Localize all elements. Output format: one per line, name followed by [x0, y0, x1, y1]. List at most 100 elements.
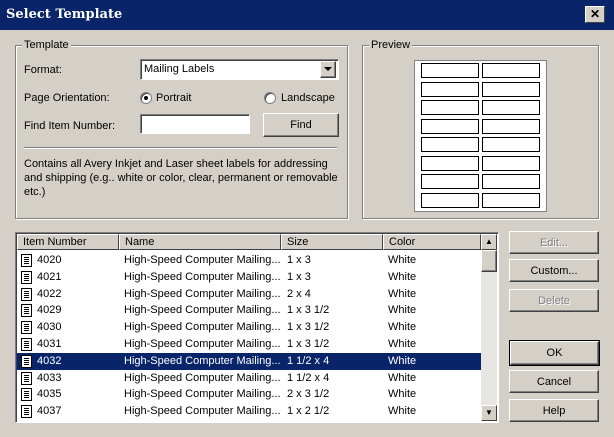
item-number-cell: 4029: [37, 304, 62, 317]
find-button-label: Find: [290, 119, 312, 131]
radio-selected-dot: [144, 96, 148, 100]
name-cell: High-Speed Computer Mailing...: [124, 338, 281, 350]
preview-label: [421, 81, 479, 97]
find-item-number-label: Find Item Number:: [24, 120, 116, 132]
name-cell: High-Speed Computer Mailing...: [124, 371, 281, 384]
color-cell: White: [388, 354, 417, 367]
close-button[interactable]: ✕: [585, 6, 605, 23]
preview-label: [482, 155, 540, 171]
column-header-name[interactable]: Name: [119, 234, 281, 250]
divider: [24, 147, 337, 149]
template-list[interactable]: Item Number Name Size Color 4020 High-Spe…: [15, 232, 499, 423]
template-document-icon: [21, 371, 32, 385]
preview-label: [482, 63, 540, 78]
preview-label: [482, 81, 540, 97]
delete-button-label: Delete: [538, 294, 570, 307]
scroll-up-button[interactable]: ▲: [481, 234, 497, 250]
close-icon: ✕: [589, 7, 601, 21]
item-number-cell: 4033: [37, 371, 62, 384]
name-cell: High-Speed Computer Mailing...: [124, 405, 281, 418]
landscape-label[interactable]: Landscape: [281, 92, 335, 104]
item-number-cell: 4030: [37, 321, 62, 334]
size-cell: 1 x 2 1/2: [287, 405, 330, 418]
list-body: Item Number Name Size Color 4020 High-Spe…: [17, 234, 481, 421]
chevron-down-icon: [324, 67, 332, 71]
portrait-label[interactable]: Portrait: [156, 92, 191, 104]
size-cell: 1 x 3 1/2: [287, 321, 330, 334]
template-document-icon: [21, 304, 32, 318]
table-row[interactable]: 4033 High-Speed Computer Mailing... 1 1/2 …: [17, 370, 481, 387]
column-header-item-number[interactable]: Item Number: [17, 234, 119, 250]
size-cell: 2 x 3 1/2: [287, 388, 330, 401]
cancel-button[interactable]: Cancel: [509, 370, 599, 393]
page-orientation-label: Page Orientation:: [24, 92, 110, 104]
custom-button-label: Custom...: [530, 264, 578, 277]
table-row[interactable]: 4029 High-Speed Computer Mailing... 1 x 3 …: [17, 302, 481, 319]
template-document-icon: [21, 254, 32, 267]
template-description: Contains all Avery Inkjet and Laser shee…: [24, 158, 338, 198]
format-label: Format:: [24, 64, 62, 76]
color-cell: White: [388, 321, 417, 334]
format-dropdown[interactable]: Mailing Labels: [140, 59, 339, 80]
name-cell: High-Speed Computer Mailing...: [124, 270, 281, 283]
template-document-icon: [21, 270, 32, 284]
format-dropdown-button[interactable]: [320, 61, 336, 78]
arrow-down-icon: ▼: [485, 408, 493, 417]
table-row[interactable]: 4020 High-Speed Computer Mailing... 1 x 3 W…: [17, 252, 481, 269]
preview-label: [421, 155, 479, 171]
template-document-icon: [21, 338, 32, 351]
title-bar: Select Template ✕: [0, 0, 614, 30]
table-row[interactable]: 4022 High-Speed Computer Mailing... 2 x 4 W…: [17, 286, 481, 303]
column-header-color[interactable]: Color: [383, 234, 481, 250]
preview-label: [482, 174, 540, 189]
template-document-icon: [21, 405, 32, 419]
table-row[interactable]: 4031 High-Speed Computer Mailing... 1 x 3 …: [17, 336, 481, 353]
item-number-cell: 4022: [37, 287, 62, 300]
size-cell: 2 x 4: [287, 287, 311, 300]
landscape-radio[interactable]: [264, 92, 276, 104]
custom-button[interactable]: Custom...: [509, 259, 599, 282]
name-cell: High-Speed Computer Mailing...: [124, 388, 281, 401]
name-cell: High-Speed Computer Mailing...: [124, 287, 281, 300]
template-group-label: Template: [22, 39, 71, 51]
name-cell: High-Speed Computer Mailing...: [124, 354, 281, 367]
vertical-scrollbar[interactable]: ▲ ▼: [481, 234, 497, 421]
size-cell: 1 1/2 x 4: [287, 371, 330, 384]
scroll-down-button[interactable]: ▼: [481, 405, 497, 421]
template-document-icon: [21, 354, 32, 368]
preview-label: [482, 100, 540, 115]
template-document-icon: [21, 321, 32, 335]
preview-label: [421, 118, 479, 134]
table-row[interactable]: 4035 High-Speed Computer Mailing... 2 x 3 …: [17, 386, 481, 403]
table-row[interactable]: 4032 High-Speed Computer Mailing... 1 1/2 …: [17, 352, 481, 370]
edit-button-label: Edit...: [539, 236, 569, 249]
cancel-button-label: Cancel: [536, 375, 572, 388]
table-row[interactable]: 4030 High-Speed Computer Mailing... 1 x 3 …: [17, 319, 481, 336]
table-row[interactable]: 4021 High-Speed Computer Mailing... 1 x 3 W…: [17, 269, 481, 286]
portrait-radio[interactable]: [140, 92, 152, 104]
column-header-size[interactable]: Size: [281, 234, 383, 250]
size-cell: 1 x 3 1/2: [287, 304, 330, 317]
color-cell: White: [388, 304, 417, 317]
color-cell: White: [388, 405, 417, 418]
preview-label: [421, 174, 479, 189]
find-button[interactable]: Find: [263, 113, 339, 137]
ok-button[interactable]: OK: [509, 340, 600, 366]
scrollbar-thumb[interactable]: [481, 250, 497, 272]
item-number-cell: 4031: [37, 338, 62, 350]
color-cell: White: [388, 254, 417, 266]
preview-label: [482, 137, 540, 152]
name-cell: High-Speed Computer Mailing...: [124, 321, 281, 334]
preview-label: [421, 100, 479, 115]
delete-button[interactable]: Delete: [509, 289, 599, 312]
preview-label: [421, 192, 479, 208]
size-cell: 1 x 3: [287, 254, 311, 266]
preview-label: [482, 192, 540, 208]
edit-button[interactable]: Edit...: [509, 231, 599, 254]
arrow-up-icon: ▲: [485, 237, 493, 246]
item-number-cell: 4037: [37, 405, 62, 418]
find-item-number-input[interactable]: [140, 114, 250, 134]
table-row[interactable]: 4037 High-Speed Computer Mailing... 1 x 2 …: [17, 403, 481, 420]
color-cell: White: [388, 270, 417, 283]
help-button[interactable]: Help: [509, 399, 599, 422]
